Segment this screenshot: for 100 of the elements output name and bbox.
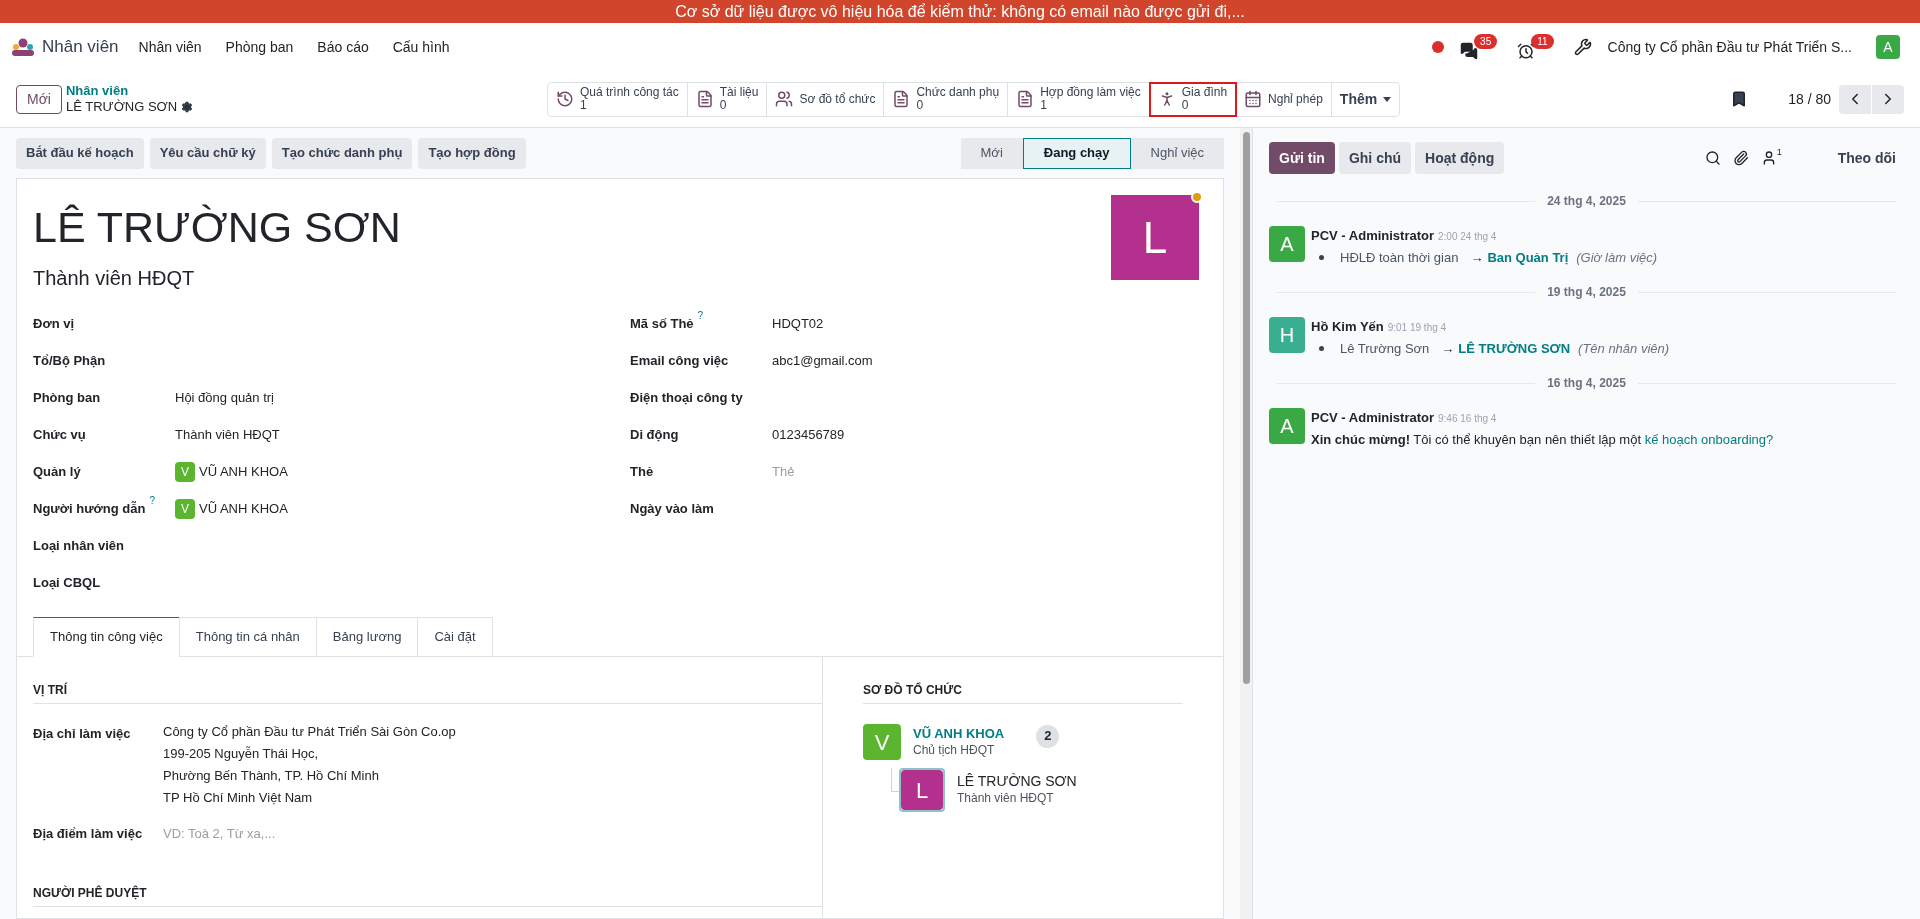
menu-item[interactable]: Báo cáo <box>317 36 369 58</box>
chatter-button[interactable]: Ghi chú <box>1338 142 1412 174</box>
old-value: HĐLĐ toàn thời gian <box>1340 248 1459 267</box>
avatar: V <box>175 498 195 519</box>
action-button[interactable]: Bắt đầu kế hoạch <box>16 137 144 169</box>
field-value: abc1@gmail.com <box>772 351 873 370</box>
chatter-button[interactable]: Gửi tin <box>1269 142 1335 174</box>
input-field[interactable]: VD: Toà 2, Từ xa,... <box>163 824 339 844</box>
tools-icon[interactable] <box>1573 38 1592 56</box>
count-badge: 2 <box>1036 724 1060 748</box>
menu-item[interactable]: Nhân viên <box>138 36 202 58</box>
action-button[interactable]: Tạo hợp đồng <box>418 137 526 169</box>
new-value: Ban Quản Trị <box>1487 248 1569 267</box>
section-heading: SƠ ĐỒ TỔ CHỨC <box>863 681 1183 704</box>
employee-name: LÊ TRƯỜNG SƠN <box>33 202 402 253</box>
chatter-button[interactable]: Hoạt động <box>1415 142 1505 174</box>
smart-button[interactable]: Nghỉ phép <box>1236 82 1332 116</box>
next-button[interactable] <box>1872 84 1904 114</box>
action-button[interactable]: Tạo chức danh phụ <box>271 137 413 169</box>
chat-icon[interactable] <box>1460 42 1479 60</box>
smart-button[interactable]: Hợp đồng làm việc 1 <box>1008 82 1150 116</box>
field-label: Mã số Thẻ <box>630 314 694 333</box>
smart-button-icon <box>556 90 574 108</box>
menu-item[interactable]: Cấu hình <box>392 36 450 58</box>
app-name[interactable]: Nhân viên <box>42 34 119 60</box>
field-label: Điện thoại công ty <box>630 388 743 407</box>
avatar: L <box>901 770 943 810</box>
new-button[interactable]: Mới <box>16 84 62 114</box>
arrow-icon: → <box>1441 338 1455 358</box>
author-avatar: H <box>1269 317 1305 353</box>
clock-icon[interactable] <box>1517 42 1536 60</box>
field-label: Email công việc <box>630 351 729 370</box>
smart-button[interactable]: Chức danh phụ 0 <box>884 82 1009 116</box>
search-icon[interactable] <box>1704 150 1721 166</box>
date-separator: 16 thg 4, 2025 <box>1547 375 1626 392</box>
author-avatar: A <box>1269 226 1305 262</box>
field-label: Thẻ <box>630 462 654 481</box>
smart-button-icon <box>892 90 911 108</box>
status-stage[interactable]: Đang chạy <box>1022 137 1131 169</box>
help-mark: ? <box>149 494 155 507</box>
scrollbar-thumb[interactable] <box>1242 132 1250 684</box>
smart-button[interactable]: Gia đình 0 <box>1149 82 1237 116</box>
gear-icon[interactable] <box>181 101 194 113</box>
field-label: Loại nhân viên <box>33 536 124 555</box>
date-separator: 19 thg 4, 2025 <box>1547 284 1626 301</box>
action-button[interactable]: Yêu cầu chữ ký <box>149 137 266 169</box>
record-name: LÊ TRƯỜNG SƠN <box>65 99 178 115</box>
field-value: VŨ ANH KHOA <box>199 499 288 518</box>
breadcrumb-link[interactable]: Nhân viên <box>65 83 194 99</box>
field-value: Thành viên HĐQT <box>175 425 280 444</box>
smart-button[interactable]: Sơ đồ tổ chức <box>767 82 885 116</box>
old-value: Lê Trường Sơn <box>1340 339 1430 358</box>
message-time: 9:46 16 thg 4 <box>1438 412 1497 426</box>
field-label: Người hướng dẫn <box>33 499 146 518</box>
field-label: Quản lý <box>33 462 81 481</box>
connector-line <box>891 768 899 792</box>
followers-button[interactable]: 1 <box>1760 150 1782 166</box>
field-label: Địa chỉ làm việc <box>33 725 132 743</box>
previous-button[interactable] <box>1839 84 1871 114</box>
author-name: PCV - Administrator <box>1311 409 1435 427</box>
field-label: Loại CBQL <box>33 573 101 592</box>
company-switcher[interactable]: Công ty Cổ phần Đầu tư Phát Triển S... <box>1607 36 1852 58</box>
more-button[interactable]: Thêm <box>1331 82 1400 116</box>
manager-title: Chủ tịch HĐQT <box>913 742 996 759</box>
smart-button[interactable]: Quá trình công tác 1 <box>548 82 688 116</box>
message-time: 9:01 19 thg 4 <box>1387 321 1447 335</box>
smart-button[interactable]: Tài liệu 0 <box>687 82 768 116</box>
tab[interactable]: Thông tin công việc <box>33 617 180 657</box>
field-label: Đơn vị <box>33 314 75 333</box>
avatar: V <box>863 724 901 760</box>
follow-button[interactable]: Theo dõi <box>1837 147 1896 169</box>
paperclip-icon[interactable] <box>1732 150 1749 166</box>
field-name: (Tên nhân viên) <box>1578 339 1670 358</box>
pager-value[interactable]: 18 / 80 <box>1788 88 1831 110</box>
address-line: Phường Bến Thành, TP. Hồ Chí Minh <box>163 767 380 785</box>
help-mark: ? <box>697 309 704 322</box>
status-stage[interactable]: Mới <box>960 137 1023 169</box>
smart-button-icon <box>1016 90 1035 108</box>
field-label: Tổ/Bộ Phận <box>33 351 106 370</box>
address-line: Công ty Cổ phần Đầu tư Phát Triển Sài Gòn Co.op <box>163 723 456 741</box>
count-badge: 35 <box>1474 34 1498 49</box>
employee-name: LÊ TRƯỜNG SƠN <box>957 773 1077 790</box>
section-heading: NGƯỜI PHÊ DUYỆT <box>33 883 822 907</box>
count-badge: 11 <box>1531 34 1554 49</box>
menu-item[interactable]: Phòng ban <box>225 36 294 58</box>
arrow-icon: → <box>1470 247 1484 267</box>
onboarding-link[interactable]: kế hoạch onboarding? <box>1644 431 1774 447</box>
smart-button-icon <box>695 90 714 108</box>
smart-button-icon <box>1244 90 1263 108</box>
address-line: TP Hồ Chí Minh Việt Nam <box>163 789 314 807</box>
bullet-icon <box>1319 345 1324 351</box>
input-field[interactable]: Thẻ <box>772 461 972 482</box>
field-name: (Giờ làm việc) <box>1576 248 1658 267</box>
manager-name[interactable]: VŨ ANH KHOA <box>913 725 1005 742</box>
field-value: VŨ ANH KHOA <box>199 462 288 481</box>
status-stage[interactable]: Nghỉ việc <box>1130 137 1224 169</box>
message-time: 2:00 24 thg 4 <box>1438 230 1497 244</box>
tab[interactable]: Cài đặt <box>417 617 493 657</box>
tab[interactable]: Thông tin cá nhân <box>178 617 317 657</box>
author-name: PCV - Administrator <box>1311 227 1435 245</box>
